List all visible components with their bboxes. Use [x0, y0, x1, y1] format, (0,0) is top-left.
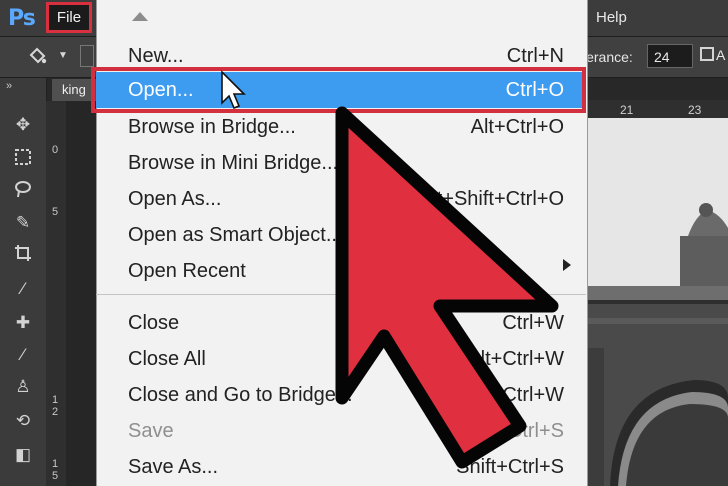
red-arrow-icon — [335, 106, 559, 469]
annotation-overlay — [221, 70, 559, 469]
mouse-cursor-icon — [221, 70, 246, 110]
